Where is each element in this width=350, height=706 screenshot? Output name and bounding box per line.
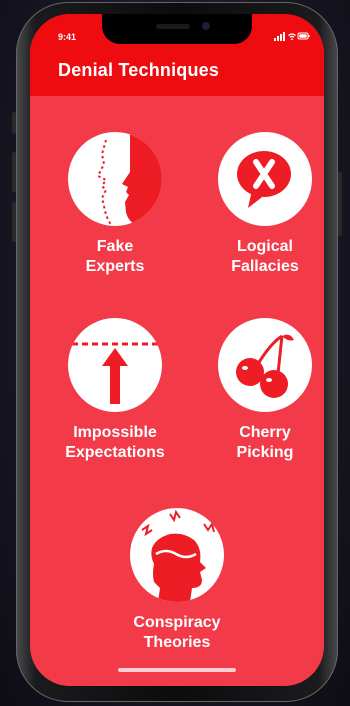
technique-label: Conspiracy Theories bbox=[133, 614, 221, 651]
signal-icon bbox=[274, 32, 285, 41]
status-time: 9:41 bbox=[58, 32, 77, 42]
page-title: Denial Techniques bbox=[58, 60, 220, 80]
technique-label: Fake Experts bbox=[85, 238, 145, 275]
wifi-icon bbox=[288, 33, 296, 41]
front-camera bbox=[202, 22, 210, 30]
volume-up-button bbox=[12, 152, 16, 192]
technique-label: Impossible Expectations bbox=[65, 424, 165, 461]
technique-logical-fallacies[interactable]: Logical Fallacies bbox=[200, 132, 324, 277]
impossible-expectations-icon bbox=[68, 318, 162, 412]
logical-fallacies-icon bbox=[218, 132, 312, 226]
silent-switch bbox=[12, 112, 16, 134]
power-button bbox=[338, 172, 342, 236]
speaker bbox=[156, 24, 190, 29]
status-icons bbox=[274, 32, 310, 41]
fake-experts-icon bbox=[68, 132, 162, 226]
notch bbox=[102, 14, 252, 44]
technique-impossible-expectations[interactable]: Impossible Expectations bbox=[50, 318, 180, 463]
technique-fake-experts[interactable]: Fake Experts bbox=[50, 132, 180, 277]
technique-conspiracy-theories[interactable]: Conspiracy Theories bbox=[112, 508, 242, 653]
technique-label: Logical Fallacies bbox=[231, 238, 299, 275]
technique-cherry-picking[interactable]: Cherry Picking bbox=[200, 318, 324, 463]
app-screen: 9:41 Denial Techniques Fake Experts Logi… bbox=[30, 14, 324, 686]
home-indicator[interactable] bbox=[118, 668, 236, 672]
conspiracy-theories-icon bbox=[130, 508, 224, 602]
technique-label: Cherry Picking bbox=[236, 424, 294, 461]
cherry-picking-icon bbox=[218, 318, 312, 412]
app-header: 9:41 Denial Techniques bbox=[30, 14, 324, 96]
volume-down-button bbox=[12, 202, 16, 242]
battery-icon bbox=[297, 32, 310, 40]
